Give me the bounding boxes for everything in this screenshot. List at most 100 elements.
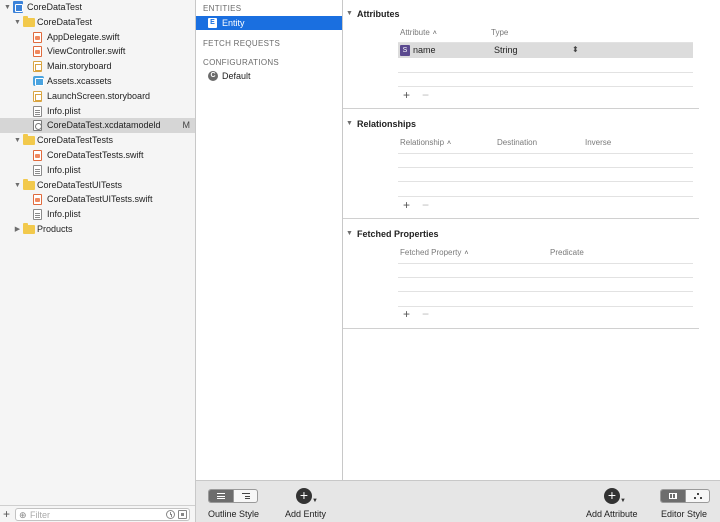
remove-attribute-button[interactable]: − — [422, 89, 429, 101]
grid-line — [398, 306, 693, 307]
disclosure-collapsed-icon[interactable]: ▶ — [13, 222, 22, 237]
hierarchy-icon — [242, 493, 250, 499]
graph-style-segment[interactable] — [686, 490, 709, 502]
remove-relationship-button[interactable]: − — [422, 199, 429, 211]
configuration-row[interactable]: C Default — [196, 69, 342, 83]
disclosure-expanded-icon[interactable]: ▼ — [13, 178, 22, 193]
disclosure-expanded-icon[interactable]: ▼ — [13, 133, 22, 148]
add-file-button[interactable]: + — [3, 507, 10, 521]
swift-file-icon — [33, 46, 42, 58]
navigator-item[interactable]: Info.plist — [0, 104, 195, 119]
scm-status-badge: M — [182, 120, 191, 131]
navigator-item[interactable]: Assets.xcassets — [0, 74, 195, 89]
navigator-item[interactable]: ▶ Products — [0, 222, 195, 237]
fetched-property-column-header[interactable]: Fetched Property ˄ — [400, 248, 468, 257]
entity-editor: ▼ Attributes Attribute ˄ Type S name Stri… — [343, 0, 720, 480]
navigator-item[interactable]: Info.plist — [0, 163, 195, 178]
add-relationship-plus-button[interactable]: + — [403, 199, 410, 211]
navigator-item-label: CoreDataTestUITests — [37, 179, 123, 190]
navigator-item[interactable]: LaunchScreen.storyboard — [0, 89, 195, 104]
plist-file-icon — [33, 164, 42, 176]
navigator-item[interactable]: AppDelegate.swift — [0, 30, 195, 45]
navigator-item[interactable]: ▼ CoreDataTestUITests — [0, 178, 195, 193]
fetch-requests-header: FETCH REQUESTS — [203, 39, 281, 48]
outline-style-control[interactable] — [208, 489, 258, 503]
editor-style-control[interactable] — [660, 489, 710, 503]
navigator-item[interactable]: ViewController.swift — [0, 44, 195, 59]
relationship-column-header[interactable]: Relationship ˄ — [400, 138, 451, 147]
destination-column-header[interactable]: Destination — [497, 138, 537, 147]
entity-outline: ENTITIES E Entity FETCH REQUESTS CONFIGU… — [196, 0, 343, 480]
fetched-properties-disclosure-icon[interactable]: ▼ — [346, 230, 353, 237]
navigator-item-label: Info.plist — [47, 105, 81, 116]
attribute-row[interactable]: S name String ⬍ — [398, 43, 693, 58]
hierarchical-style-segment[interactable] — [234, 490, 257, 502]
flat-style-segment[interactable] — [209, 490, 233, 502]
editor-bottom-toolbar: Outline Style + ▼ Add Entity + ▼ Add Att… — [196, 480, 720, 522]
grid-line — [398, 153, 693, 154]
navigator-item-label: LaunchScreen.storyboard — [47, 90, 151, 101]
grid-line — [398, 86, 693, 87]
predicate-column-header[interactable]: Predicate — [550, 248, 584, 257]
add-attribute-plus-button[interactable]: + — [403, 89, 410, 101]
grid-line — [398, 277, 693, 278]
recent-files-icon[interactable] — [166, 510, 175, 519]
folder-icon — [23, 15, 35, 27]
section-divider — [343, 328, 699, 329]
add-entity-label: Add Entity — [285, 509, 327, 519]
navigator-item[interactable]: ▼ CoreDataTest — [0, 0, 195, 15]
add-fetched-property-plus-button[interactable]: + — [403, 308, 410, 320]
navigator-item-label: CoreDataTestTests.swift — [47, 150, 144, 160]
navigator-item[interactable]: Info.plist — [0, 207, 195, 222]
filter-icon: ⊕ — [19, 510, 27, 520]
attributes-disclosure-icon[interactable]: ▼ — [346, 10, 353, 17]
attribute-column-label: Attribute — [400, 28, 430, 37]
navigator-item[interactable]: ▼ CoreDataTest — [0, 15, 195, 30]
list-icon — [217, 493, 225, 499]
model-file-icon — [33, 120, 42, 132]
disclosure-expanded-icon[interactable]: ▼ — [3, 0, 12, 15]
project-navigator: ▼ CoreDataTest ▼ CoreDataTest AppDelegate.sw… — [0, 0, 196, 522]
configuration-label: Default — [222, 71, 251, 81]
attribute-type[interactable]: String — [494, 45, 518, 55]
relationships-disclosure-icon[interactable]: ▼ — [346, 120, 353, 127]
disclosure-expanded-icon[interactable]: ▼ — [13, 15, 22, 30]
sort-ascending-icon: ˄ — [432, 30, 437, 37]
filter-input[interactable] — [30, 509, 160, 520]
navigator-item[interactable]: Main.storyboard — [0, 59, 195, 74]
scm-filter-icon[interactable] — [178, 510, 187, 519]
navigator-item-label: CoreDataTestUITests.swift — [47, 194, 153, 205]
attribute-column-header[interactable]: Attribute ˄ — [400, 28, 437, 37]
grid-line — [398, 167, 693, 168]
navigator-item-label: ViewController.swift — [47, 46, 126, 57]
outline-style-label: Outline Style — [208, 509, 260, 519]
type-column-header[interactable]: Type — [491, 28, 508, 37]
entity-label: Entity — [222, 18, 245, 28]
entity-row[interactable]: E Entity — [196, 16, 342, 30]
table-style-segment[interactable] — [661, 490, 685, 502]
grid-line — [398, 196, 693, 197]
navigator-item[interactable]: CoreDataTest.xcdatamodeld M — [0, 118, 195, 134]
relationships-title: Relationships — [357, 119, 417, 129]
navigator-filter-bar: + ⊕ — [0, 505, 195, 522]
remove-fetched-property-button[interactable]: − — [422, 308, 429, 320]
filter-field[interactable]: ⊕ — [15, 508, 190, 521]
navigator-item[interactable]: CoreDataTestUITests.swift — [0, 192, 195, 207]
navigator-item-label: Info.plist — [47, 209, 81, 220]
add-attribute-button[interactable]: + — [604, 488, 620, 504]
fetched-properties-title: Fetched Properties — [357, 229, 439, 239]
navigator-item-label: Assets.xcassets — [47, 76, 112, 86]
inverse-column-header[interactable]: Inverse — [585, 138, 611, 147]
attribute-name[interactable]: name — [413, 45, 436, 55]
plist-file-icon — [33, 105, 42, 117]
type-popup-icon[interactable]: ⬍ — [572, 44, 579, 56]
add-entity-button[interactable]: + — [296, 488, 312, 504]
navigator-item-label: CoreDataTest — [27, 2, 83, 12]
navigator-item[interactable]: CoreDataTestTests.swift — [0, 148, 195, 163]
section-divider — [343, 218, 699, 219]
graph-icon — [694, 493, 702, 499]
swift-file-icon — [33, 150, 42, 161]
navigator-item[interactable]: ▼ CoreDataTestTests — [0, 133, 195, 148]
storyboard-file-icon — [33, 90, 42, 102]
grid-line — [398, 291, 693, 292]
